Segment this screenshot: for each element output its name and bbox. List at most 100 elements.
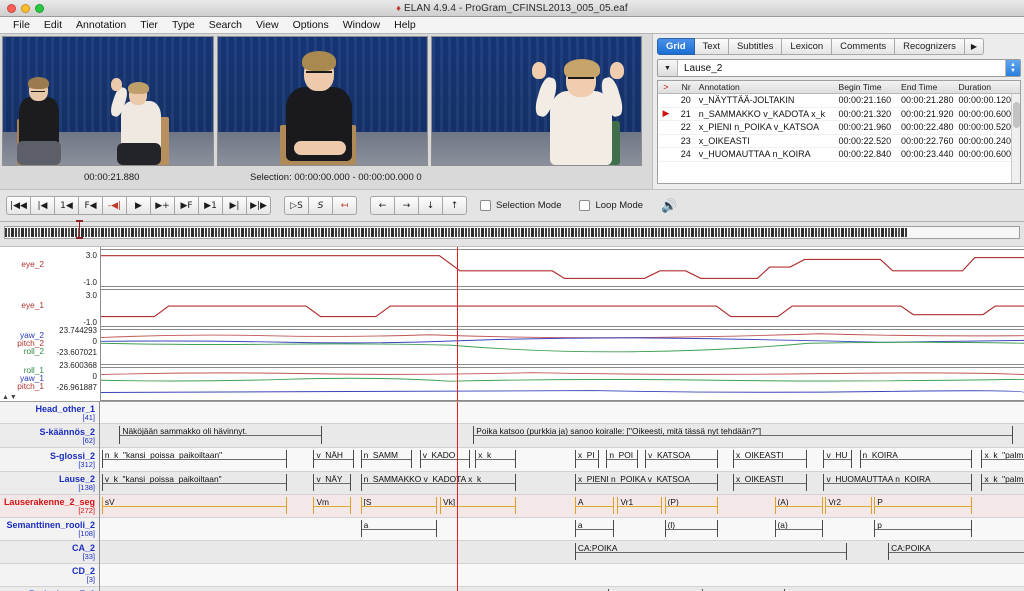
tier-label-body-lean-f-2[interactable]: Body_lean_F_2 [14] [0,587,99,591]
annotation-block[interactable]: a [360,520,438,537]
tier-label-semanttinen-rooli-2[interactable]: Semanttinen_rooli_2 [108] [0,518,99,541]
selection-button-group[interactable]: ▷S S ↤ [284,196,357,215]
playback-button-group[interactable]: |◀◀ |◀ 1◀ F◀ -◀| ▶ ▶+ ▶F ▶1 ▶| ▶|▶ [6,196,271,215]
annotation-block[interactable]: x_OIKEASTI [732,474,807,491]
signal-plot-eye-1[interactable] [101,289,1024,327]
previous-frame-icon[interactable]: 1◀ [54,196,79,215]
next-frame-icon[interactable]: ▶F [174,196,199,215]
annotation-block[interactable]: (a) [774,520,823,537]
annotation-block[interactable]: n_SAMMAKKO v_KADOTA x_k [360,474,516,491]
loop-mode-toggle[interactable]: Loop Mode [579,200,643,211]
table-row[interactable]: 24 v_HUOMAUTTAA n_KOIRA 00:00:22.840 00:… [658,148,1020,162]
annotation-block[interactable]: (l) [664,520,719,537]
annotation-block[interactable]: [S [360,497,438,514]
signal-plot-eye-2[interactable] [101,249,1024,287]
track-semanttinen-rooli-2[interactable]: a a (l) (a) p [100,518,1024,541]
menu-item-help[interactable]: Help [387,17,423,33]
annotation-block[interactable]: Poika katsoo (purkkia ja) sanoo koiralle… [473,426,1013,444]
annotation-block[interactable]: n_k_"kansi_poissa_paikoiltaan" [101,450,287,468]
annotation-block[interactable]: Vm [313,497,352,514]
menu-item-window[interactable]: Window [336,17,387,33]
menu-item-view[interactable]: View [249,17,286,33]
annotation-block[interactable]: P [874,497,973,514]
video-panel-closeup-left[interactable] [217,36,428,166]
tab-overflow-right-arrow-icon[interactable]: ▶ [964,38,985,55]
grid-scrollbar-thumb[interactable] [1013,102,1020,128]
density-track[interactable] [4,226,1020,239]
annotation-block[interactable]: CA:POIKA [888,543,1024,560]
go-to-begin-icon[interactable]: |◀◀ [6,196,31,215]
annotation-block[interactable]: v_KATSOA [645,450,719,468]
arrow-down-icon[interactable]: ↓ [418,196,443,215]
annotation-block[interactable]: a [574,520,614,537]
grid-tier-selector[interactable]: ▼ Lause_2 ▲ ▼ [657,59,1021,77]
annotation-block[interactable]: sV [101,497,287,514]
play-pause-icon[interactable]: ▶ [126,196,151,215]
track-body-lean-f-2[interactable]: body_lean_F-02 body_lean_F-03 [100,587,1024,591]
menu-bar[interactable]: File Edit Annotation Tier Type Search Vi… [0,17,1024,34]
annotation-block[interactable]: A [574,497,614,514]
tier-label-column[interactable]: Head_other_1 [41] S-käännös_2 [62] S-glo… [0,402,100,591]
menu-item-type[interactable]: Type [165,17,202,33]
track-lauserakenne-2-seg[interactable]: sV Vm [S Vk] A Vr1 (P) (A) Vr2 P [100,495,1024,518]
table-row[interactable]: 20 v_NÄYTTÄÄ-JOLTAKIN 00:00:21.160 00:00… [658,94,1020,108]
annotation-block[interactable]: p [874,520,973,537]
up-down-spinner-icon[interactable]: ▲ ▼ [1005,60,1020,76]
annotation-block[interactable]: n_POI [606,450,638,468]
signal-plot-column[interactable] [100,247,1024,401]
up-down-small-icon[interactable]: ▲▼ [2,394,18,401]
signal-plot-head-2[interactable] [101,329,1024,365]
tier-label-s-glossi-2[interactable]: S-glossi_2 [312] [0,448,99,472]
annotation-block[interactable]: (A) [774,497,823,514]
selection-mode-checkbox[interactable] [480,200,491,211]
track-lause-2[interactable]: v_k_"kansi_poissa_paikoiltaan" v_NÄY n_S… [100,472,1024,495]
annotation-block[interactable]: (P) [664,497,719,514]
annotation-block[interactable]: Vr2 [825,497,872,514]
menu-item-file[interactable]: File [6,17,37,33]
tier-label-ca-2[interactable]: CA_2 [33] [0,541,99,564]
density-playhead-cursor[interactable] [76,220,83,239]
tab-lexicon[interactable]: Lexicon [782,38,833,55]
annotation-block[interactable]: n_SAMM [360,450,413,468]
annotation-block[interactable]: n_KOIRA [859,450,973,468]
track-s-glossi-2[interactable]: n_k_"kansi_poissa_paikoiltaan" v_NÄH n_S… [100,448,1024,472]
tier-label-s-kaannos-2[interactable]: S-käännös_2 [62] [0,424,99,448]
annotation-block[interactable]: v_NÄH [313,450,355,468]
next-step-icon[interactable]: ▶1 [198,196,223,215]
timeline-playhead-cursor[interactable] [456,402,458,591]
track-head-other-1[interactable] [100,402,1024,424]
menu-item-edit[interactable]: Edit [37,17,69,33]
next-pixel-icon[interactable]: ▶+ [150,196,175,215]
annotation-block[interactable]: x_OIKEASTI [732,450,807,468]
annotation-block[interactable]: v_KADO [419,450,470,468]
play-selection-icon[interactable]: ▷S [284,196,309,215]
arrow-left-icon[interactable]: ← [370,196,395,215]
arrow-right-icon[interactable]: → [394,196,419,215]
menu-item-options[interactable]: Options [286,17,336,33]
grid-tab-bar[interactable]: Grid Text Subtitles Lexicon Comments Rec… [657,38,1021,55]
tab-text[interactable]: Text [694,38,729,55]
annotation-grid-table[interactable]: > Nr Annotation Begin Time End Time Dura… [657,80,1021,184]
annotation-block[interactable]: v_k_"kansi_poissa_paikoiltaan" [101,474,287,491]
video-panel-wide-shot[interactable] [2,36,214,166]
triangle-down-icon[interactable]: ▼ [658,60,678,76]
arrow-up-icon[interactable]: ↑ [442,196,467,215]
annotation-block[interactable]: Vk] [440,497,516,514]
annotation-block[interactable]: Näköjään sammakko oli hävinnyt. [119,426,322,444]
selection-to-cursor-icon[interactable]: ↤ [332,196,357,215]
annotation-block[interactable]: x_k_"palm_up" [981,450,1024,468]
previous-scroll-icon[interactable]: |◀ [30,196,55,215]
tier-label-lause-2[interactable]: Lause_2 [138] [0,472,99,495]
signal-playhead-cursor[interactable] [457,247,459,401]
play-selection-begin-icon[interactable]: -◀| [102,196,127,215]
annotation-block[interactable]: v_HUOMAUTTAA n_KOIRA [823,474,973,491]
track-s-kaannos-2[interactable]: Näköjään sammakko oli hävinnyt. Poika ka… [100,424,1024,448]
annotation-density-bar[interactable] [0,220,1024,246]
annotation-block[interactable]: x_PIENI n_POIKA v_KATSOA [574,474,719,491]
loop-mode-checkbox[interactable] [579,200,591,211]
arrow-button-group[interactable]: ← → ↓ ↑ [370,196,467,215]
tab-recognizers[interactable]: Recognizers [895,38,965,55]
annotation-block[interactable]: x_PI [574,450,599,468]
tier-track-column[interactable]: Näköjään sammakko oli hävinnyt. Poika ka… [100,402,1024,591]
tier-label-head-other-1[interactable]: Head_other_1 [41] [0,402,99,424]
